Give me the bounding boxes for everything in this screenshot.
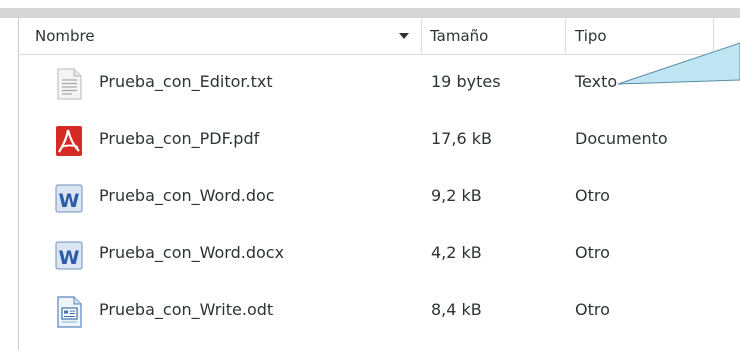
sort-descending-icon[interactable] (399, 33, 409, 39)
word-file-icon: W (55, 239, 83, 271)
toolbar-strip (0, 8, 740, 18)
column-header-name-label: Nombre (35, 27, 95, 45)
svg-text:W: W (59, 247, 80, 269)
pdf-file-icon (55, 125, 83, 157)
file-size: 8,4 kB (431, 300, 482, 319)
file-type: Documento (575, 129, 668, 148)
column-header-type[interactable]: Tipo (566, 18, 714, 54)
window-top-edge (0, 0, 740, 18)
file-type: Otro (575, 243, 610, 262)
file-size: 19 bytes (431, 72, 501, 91)
file-list-pane[interactable]: Nombre Tamaño Tipo Prueba_con_Editor.txt… (18, 18, 740, 350)
file-row-doc[interactable]: W Prueba_con_Word.doc 9,2 kB Otro (19, 169, 740, 226)
file-type: Otro (575, 300, 610, 319)
column-header: Nombre Tamaño Tipo (19, 18, 740, 55)
file-name: Prueba_con_Write.odt (99, 300, 274, 319)
file-row-odt[interactable]: Prueba_con_Write.odt 8,4 kB Otro (19, 283, 740, 340)
file-name: Prueba_con_Editor.txt (99, 72, 273, 91)
file-size: 4,2 kB (431, 243, 482, 262)
file-type: Texto (575, 72, 618, 91)
column-header-size[interactable]: Tamaño (422, 18, 566, 54)
file-row-pdf[interactable]: Prueba_con_PDF.pdf 17,6 kB Documento (19, 112, 740, 169)
file-name: Prueba_con_PDF.pdf (99, 129, 260, 148)
file-size: 17,6 kB (431, 129, 492, 148)
file-type: Otro (575, 186, 610, 205)
file-row-txt[interactable]: Prueba_con_Editor.txt 19 bytes Texto (19, 55, 740, 112)
column-header-name[interactable]: Nombre (19, 18, 422, 54)
svg-text:W: W (59, 190, 80, 212)
column-header-size-label: Tamaño (430, 27, 489, 45)
column-header-type-label: Tipo (575, 27, 607, 45)
file-name: Prueba_con_Word.doc (99, 186, 275, 205)
file-name: Prueba_con_Word.docx (99, 243, 285, 262)
file-size: 9,2 kB (431, 186, 482, 205)
word-file-icon: W (55, 182, 83, 214)
file-row-docx[interactable]: W Prueba_con_Word.docx 4,2 kB Otro (19, 226, 740, 283)
text-file-icon (55, 68, 83, 100)
writer-file-icon (55, 296, 83, 328)
